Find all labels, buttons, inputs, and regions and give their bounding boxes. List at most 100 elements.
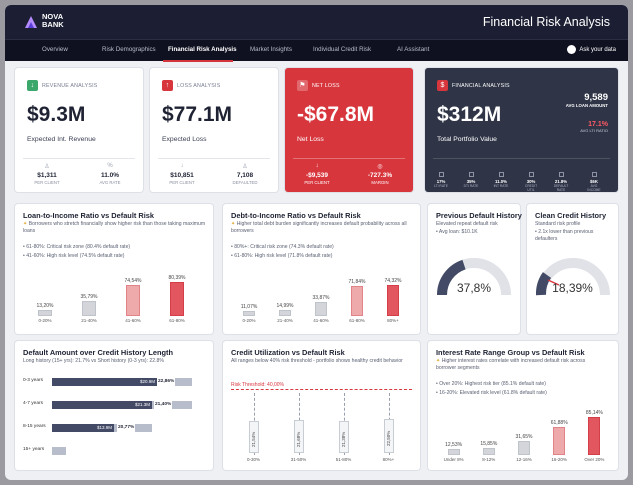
mini-stat: 30% CREDIT UTIL (522, 172, 540, 192)
chart-title: Debt-to-Income Ratio vs Default Risk (231, 211, 361, 220)
bar-data-label: 61,88% (550, 420, 568, 427)
bar-data-label: 14,99% (276, 302, 294, 309)
kpi-revenue-card: ↓ REVENUE ANALYSIS $9.3M Expected Int. Re… (15, 68, 143, 192)
tab-market-insights[interactable]: Market Insights (250, 46, 292, 53)
chart-bar (588, 416, 601, 455)
insight-bullet: • 16-20%: Elevated risk level (61.8% def… (436, 390, 547, 396)
chart-title: Credit Utilization vs Default Risk (231, 348, 345, 357)
kpi-stat: ♙ 7,108 DEFAULTED (220, 163, 270, 185)
tab-risk-demographics[interactable]: Risk Demographics (102, 46, 156, 53)
clean-credit-card: Clean Credit History Standard risk profi… (527, 204, 618, 334)
chart-bar (126, 284, 140, 316)
percent-icon: % (107, 163, 113, 169)
people-icon: ♙ (242, 164, 248, 170)
chart-title: Previous Default History (436, 211, 522, 220)
chart-bar (279, 309, 291, 316)
users-icon: ♙ (44, 164, 50, 170)
insight-bullet: • 41-60%: High risk level (74.5% default… (23, 253, 125, 259)
bar-label: 8-15 years (23, 424, 46, 429)
flag-icon: ⚑ (297, 80, 308, 91)
insight-bullet: • 61-80%: Critical risk zone (80.4% defa… (23, 244, 131, 250)
divider (158, 158, 270, 159)
bar-value: 21,40% (154, 401, 173, 409)
bar-fill: $13.9M (52, 424, 114, 432)
gauge-desc: Standard risk profile (535, 221, 581, 227)
utilization-chart-card: Credit Utilization vs Default Risk All r… (223, 341, 420, 470)
kpi-tag: $ FINANCIAL ANALYSIS (437, 80, 510, 91)
x-tick-label: 0-20% (242, 318, 256, 323)
bar-data-label: 80,39% (168, 275, 186, 282)
chat-icon (567, 45, 577, 54)
chart-bar (482, 447, 495, 455)
chart-bar (553, 427, 566, 455)
x-tick-label: 41-60% (125, 318, 141, 323)
tab-overview[interactable]: Overview (42, 46, 68, 53)
mini-stat: 17% LTI RATE (432, 172, 450, 188)
arrow-up-icon: ↑ (162, 80, 173, 91)
x-tick-label: Over 20% (584, 457, 605, 462)
chart-bar (170, 282, 184, 316)
tab-financial-risk-analysis[interactable]: Financial Risk Analysis (168, 46, 237, 53)
dti-chart-card: Debt-to-Income Ratio vs Default Risk ✦ H… (223, 204, 420, 334)
kpi-value: -$67.8M (297, 103, 375, 126)
kpi-loss-card: ↑ LOSS ANALYSIS $77.1M Expected Loss ↓ $10… (150, 68, 278, 192)
header: NOVA BANK Financial Risk Analysis (5, 5, 628, 39)
chart-bar (387, 284, 399, 316)
bar-label: 0-3 years (23, 378, 43, 383)
bar-data-label: 31,65% (515, 433, 533, 440)
down-icon: ↓ (180, 163, 184, 169)
lightbulb-icon: ✦ (436, 358, 441, 364)
bar-data-label: 12,53% (445, 442, 463, 449)
insight-bullet: • 80%+: Critical risk zone (74.3% defaul… (231, 244, 334, 250)
bar-data-label: 85,14% (585, 409, 603, 416)
x-tick-label: 61-80% (169, 318, 185, 323)
tab-ai-assistant[interactable]: AI Assistant (397, 46, 429, 53)
bar-track (52, 447, 66, 455)
kpi-value: $77.1M (162, 103, 233, 126)
gauge-desc: • Avg loan: $10.1K (436, 229, 478, 235)
x-tick-label: Under 8% (443, 457, 464, 462)
kpi-subtitle: Expected Int. Revenue (27, 136, 96, 143)
interest-rate-chart-card: Interest Rate Range Group vs Default Ris… (428, 341, 618, 470)
bar-data-label: 13,20% (36, 303, 54, 310)
kpi-stat: ↓ $10,851 PER CLIENT (157, 163, 207, 185)
x-tick-label: 31-50% (290, 457, 307, 462)
active-tab-indicator (163, 60, 233, 62)
risk-threshold-line (231, 389, 412, 390)
kpi-subtitle: Total Portfolio Value (437, 136, 497, 143)
x-tick-label: 80%+ (382, 457, 395, 462)
risk-threshold-label: Risk Threshold: 40,00% (231, 382, 284, 388)
down-icon: ↓ (315, 163, 319, 169)
divider (23, 158, 135, 159)
bar-data-label: 21,54% (250, 431, 256, 447)
insight-bullet: • 61-80%: High risk level (71.8% default… (231, 253, 333, 259)
chart-bar (38, 310, 52, 316)
bar-label: 15+ years (23, 447, 45, 452)
tab-individual-credit-risk[interactable]: Individual Credit Risk (313, 46, 371, 53)
insight-bullet: • Over 20%: Highest risk tier (85.1% def… (436, 381, 546, 387)
ask-data-button[interactable]: Ask your data (567, 45, 616, 54)
chart-bar (315, 301, 327, 316)
chart-description: ✦ Borrowers who stretch financially show… (23, 221, 206, 234)
kpi-subtitle: Net Loss (297, 136, 324, 143)
chart-bar (351, 285, 363, 316)
x-tick-label: 8-12% (482, 457, 496, 462)
x-tick-label: 51-80% (335, 457, 352, 462)
bar-data-label: 74,32% (384, 277, 402, 284)
avg-loan-amount: 9,589 AVG LOAN AMOUNT (565, 92, 608, 108)
target-icon: ◎ (377, 164, 383, 170)
x-tick-label: 41-60% (313, 318, 329, 323)
mini-stat: $6K AVG INCOME (585, 172, 603, 192)
chart-description: ✦ Higher total debt burden significantly… (231, 221, 407, 234)
chart-title: Default Amount over Credit History Lengt… (23, 348, 174, 357)
x-tick-label: 0-20% (38, 318, 52, 323)
nav-bar: Overview Risk Demographics Financial Ris… (5, 39, 628, 62)
kpi-financial-card: $ FINANCIAL ANALYSIS $312M Total Portfoli… (425, 68, 618, 192)
bar-data-label: 21,68% (295, 431, 301, 447)
x-tick-label: 80%+ (387, 318, 399, 323)
dollar-icon: $ (437, 80, 448, 91)
kpi-stat: ♙ $1,311 PER CLIENT (22, 163, 72, 185)
chart-title: Loan-to-Income Ratio vs Default Risk (23, 211, 154, 220)
page-title: Financial Risk Analysis (482, 15, 610, 29)
brand-logo: NOVA BANK (42, 12, 64, 29)
